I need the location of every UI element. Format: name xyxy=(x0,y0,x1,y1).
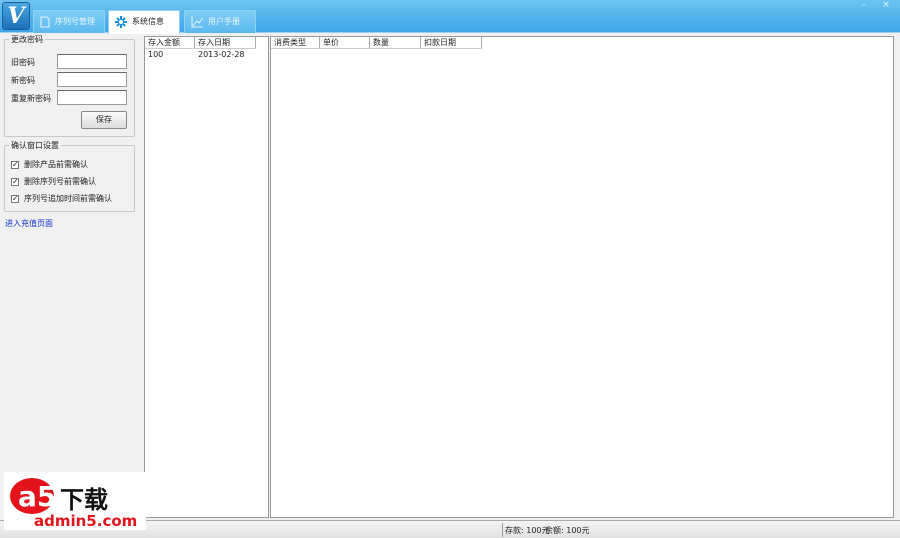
column-header[interactable]: 存入日期 xyxy=(195,37,256,48)
column-header[interactable]: 数量 xyxy=(370,37,421,48)
gear-icon xyxy=(115,16,127,28)
confirm-delete-serial-checkbox[interactable]: ✓ 删除序列号前需确认 xyxy=(11,176,96,187)
document-icon xyxy=(40,16,50,28)
watermark-logo: a5 下载 admin5.com xyxy=(4,472,146,530)
close-button[interactable]: × xyxy=(878,0,894,12)
confirm-settings-group: 确认窗口设置 ✓ 删除产品前需确认 ✓ 删除序列号前需确认 ✓ 序列号追加时间前需确认 xyxy=(4,140,135,212)
chart-icon xyxy=(191,16,203,28)
old-password-input[interactable] xyxy=(57,54,127,69)
column-header[interactable]: 存入金额 xyxy=(145,37,195,48)
tab-system-info[interactable]: 系统信息 xyxy=(108,10,180,34)
a5-watermark-icon: a5 下载 admin5.com xyxy=(10,478,137,530)
change-password-group: 更改密码 旧密码 新密码 重复新密码 保存 xyxy=(4,34,135,137)
column-header[interactable]: 单价 xyxy=(320,37,370,48)
title-bar: V 序列号管理 系统信息 用户手册 – × xyxy=(0,0,900,34)
balance-status: 余额: 100元 xyxy=(545,526,590,535)
repeat-password-input[interactable] xyxy=(57,90,127,105)
confirm-delete-product-checkbox[interactable]: ✓ 删除产品前需确认 xyxy=(11,159,88,170)
confirm-extend-time-checkbox[interactable]: ✓ 序列号追加时间前需确认 xyxy=(11,193,112,204)
new-password-input[interactable] xyxy=(57,72,127,87)
recharge-page-link[interactable]: 进入充值页面 xyxy=(5,218,53,229)
minimize-button[interactable]: – xyxy=(856,0,872,12)
tab-user-manual[interactable]: 用户手册 xyxy=(184,10,256,33)
column-header[interactable]: 扣款日期 xyxy=(421,37,482,48)
consume-list-header: 消费类型 单价 数量 扣款日期 xyxy=(271,37,482,49)
checkbox-check-icon: ✓ xyxy=(11,176,19,186)
svg-text:admin5.com: admin5.com xyxy=(34,512,137,530)
deposit-list[interactable]: 存入金额 存入日期 100 2013-02-28 xyxy=(144,36,269,518)
status-divider xyxy=(502,523,503,537)
deposit-list-header: 存入金额 存入日期 xyxy=(145,37,256,49)
checkbox-check-icon: ✓ xyxy=(11,193,19,203)
svg-text:下载: 下载 xyxy=(60,486,108,514)
checkbox-check-icon: ✓ xyxy=(11,159,19,169)
app-logo: V xyxy=(2,2,30,30)
deposit-status: 存款: 100元 xyxy=(505,526,550,535)
tab-serial-management[interactable]: 序列号管理 xyxy=(33,10,105,33)
column-header[interactable]: 消费类型 xyxy=(271,37,320,48)
svg-text:a5: a5 xyxy=(18,480,56,513)
consume-list[interactable]: 消费类型 单价 数量 扣款日期 xyxy=(270,36,894,518)
save-button[interactable]: 保存 xyxy=(81,111,127,129)
